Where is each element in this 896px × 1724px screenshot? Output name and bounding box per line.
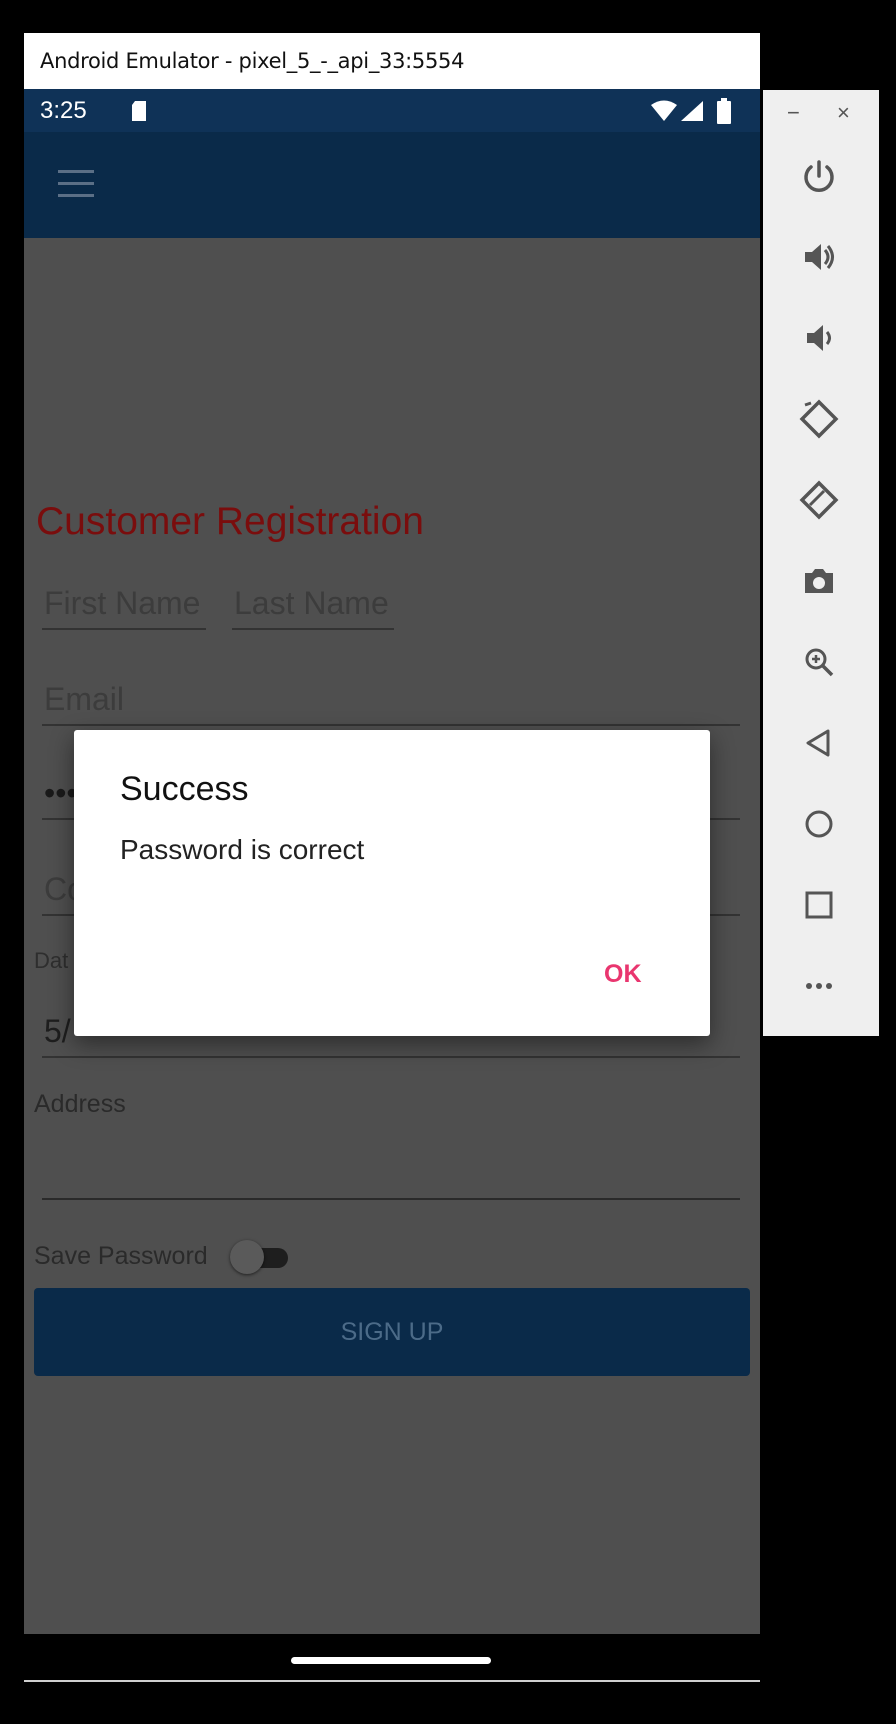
- battery-icon: [717, 98, 731, 129]
- more-icon[interactable]: [797, 964, 841, 1008]
- wifi-icon: [650, 100, 678, 127]
- status-bar: 3:25: [24, 89, 760, 132]
- status-time: 3:25: [40, 97, 87, 124]
- sd-card-icon: [130, 100, 148, 127]
- emulator-toolbar: − ×: [763, 90, 879, 1036]
- volume-down-icon[interactable]: [797, 316, 841, 360]
- success-dialog: Success Password is correct OK: [74, 730, 710, 1036]
- email-field[interactable]: Email: [42, 670, 740, 726]
- power-icon[interactable]: [797, 154, 841, 198]
- window-bottom-border: [24, 1680, 760, 1682]
- first-name-field[interactable]: First Name: [42, 580, 206, 630]
- back-icon[interactable]: [797, 721, 841, 765]
- form-title: Customer Registration: [36, 500, 424, 543]
- toggle-thumb: [230, 1240, 264, 1274]
- home-icon[interactable]: [797, 802, 841, 846]
- save-password-label: Save Password: [34, 1242, 208, 1270]
- email-placeholder: Email: [44, 681, 125, 717]
- emulator-title-bar[interactable]: Android Emulator - pixel_5_-_api_33:5554: [24, 33, 760, 89]
- home-gesture-pill[interactable]: [291, 1657, 491, 1664]
- dialog-title: Success: [120, 770, 249, 808]
- minimize-button[interactable]: −: [787, 100, 800, 126]
- first-name-placeholder: First Name: [44, 585, 201, 621]
- close-button[interactable]: ×: [837, 100, 850, 126]
- rotate-right-icon[interactable]: [797, 478, 841, 522]
- last-name-field[interactable]: Last Name: [232, 580, 394, 630]
- signal-icon: [680, 100, 704, 127]
- address-label: Address: [34, 1090, 126, 1118]
- app-bar: [24, 132, 760, 238]
- date-value: 5/: [44, 1013, 71, 1049]
- volume-up-icon[interactable]: [797, 235, 841, 279]
- date-label: Dat: [34, 948, 69, 973]
- gesture-nav-bar: [24, 1634, 760, 1680]
- emulator-window-title: Android Emulator - pixel_5_-_api_33:5554: [40, 49, 465, 73]
- camera-icon[interactable]: [797, 559, 841, 603]
- password-value: •••: [44, 775, 78, 811]
- dialog-message: Password is correct: [120, 834, 365, 865]
- address-field[interactable]: [42, 1198, 740, 1200]
- last-name-placeholder: Last Name: [234, 585, 389, 621]
- sign-up-button[interactable]: SIGN UP: [34, 1288, 750, 1376]
- rotate-left-icon[interactable]: [797, 397, 841, 441]
- hamburger-menu-icon[interactable]: [58, 170, 94, 198]
- dialog-ok-button[interactable]: OK: [604, 960, 642, 989]
- save-password-toggle[interactable]: [228, 1238, 290, 1276]
- overview-icon[interactable]: [797, 883, 841, 927]
- zoom-icon[interactable]: [797, 640, 841, 684]
